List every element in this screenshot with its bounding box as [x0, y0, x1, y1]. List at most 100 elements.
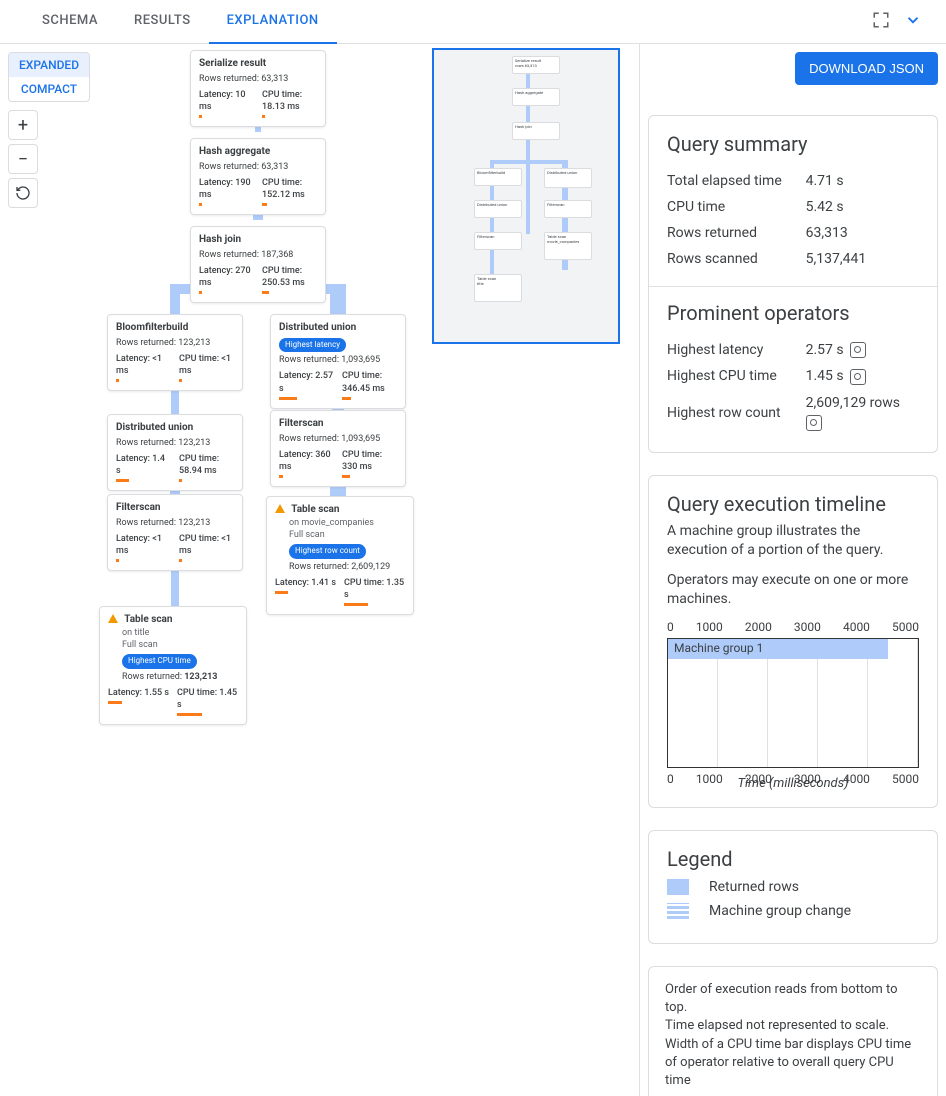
node-bloomfilterbuild[interactable]: Bloomfilterbuild Rows returned: 123,213 … [107, 314, 243, 391]
tick: 3000 [794, 772, 821, 786]
zoom-in-button[interactable]: + [8, 110, 38, 140]
footnote-line: Time elapsed not represented to scale. [665, 1017, 921, 1035]
zoom-reset-button[interactable] [8, 178, 38, 208]
link-icon[interactable] [850, 342, 866, 358]
timeline-bar[interactable]: Machine group 1 [668, 639, 888, 659]
tab-explanation[interactable]: EXPLANATION [209, 0, 337, 44]
node-cpu: CPU time: 1.35 s [344, 577, 405, 601]
tick: 2000 [745, 620, 772, 634]
node-title: Hash join [199, 233, 317, 247]
node-title: Bloomfilterbuild [116, 321, 234, 335]
summary-key: Rows scanned [667, 246, 806, 272]
badge-highest-cpu: Highest CPU time [122, 654, 197, 669]
node-cpu: CPU time: 18.13 ms [262, 89, 317, 113]
node-rows: Rows returned: 1,093,695 [279, 433, 397, 445]
node-table-scan-movie-companies[interactable]: Table scan on movie_companies Full scan … [266, 496, 414, 615]
footnote-card: Order of execution reads from bottom to … [648, 966, 938, 1096]
summary-key: Rows returned [667, 220, 806, 246]
node-rows: Rows returned: 63,313 [199, 161, 317, 173]
execution-timeline-card: Query execution timeline A machine group… [648, 475, 938, 808]
legend-swatch-returned [667, 879, 689, 895]
node-cpu: CPU time: <1 ms [179, 533, 234, 557]
node-cpu: CPU time: 346.45 ms [342, 370, 397, 394]
toggle-compact[interactable]: COMPACT [9, 77, 89, 101]
tick: 2000 [745, 772, 772, 786]
summary-val: 4.71 s [806, 168, 919, 194]
zoom-out-button[interactable]: − [8, 144, 38, 174]
node-subtitle: on title [122, 627, 238, 639]
node-latency: Latency: 360 ms [279, 449, 334, 473]
node-latency: Latency: 1.4 s [116, 453, 171, 477]
node-distributed-union-left[interactable]: Distributed union Rows returned: 123,213… [107, 414, 243, 491]
legend-swatch-machine [667, 903, 689, 919]
node-filterscan-left[interactable]: Filterscan Rows returned: 123,213 Latenc… [107, 494, 243, 571]
prom-key: Highest latency [667, 337, 806, 363]
warning-icon [275, 504, 285, 513]
node-fullscan: Full scan [289, 529, 405, 541]
node-distributed-union-right[interactable]: Distributed union Highest latency Rows r… [270, 314, 406, 409]
node-hash-aggregate[interactable]: Hash aggregate Rows returned: 63,313 Lat… [190, 138, 326, 215]
node-rows: Rows returned: 123,213 [116, 517, 234, 529]
legend-card: Legend Returned rows Machine group chang… [648, 830, 938, 944]
timeline-chart: 0 1000 2000 3000 4000 5000 Machine group… [667, 620, 919, 770]
tick: 4000 [843, 772, 870, 786]
link-icon[interactable] [850, 369, 866, 385]
plan-canvas[interactable]: EXPANDED COMPACT + − [0, 44, 640, 1096]
node-rows: Rows returned: 123,213 [116, 337, 234, 349]
node-rows: Rows returned: 187,368 [199, 249, 317, 261]
node-hash-join[interactable]: Hash join Rows returned: 187,368 Latency… [190, 226, 326, 303]
node-title: Serialize result [199, 57, 317, 71]
warning-icon [108, 614, 118, 623]
toggle-expanded[interactable]: EXPANDED [9, 53, 89, 77]
node-table-scan-title[interactable]: Table scan on title Full scan Highest CP… [99, 606, 247, 725]
prom-val: 1.45 s [806, 363, 919, 389]
node-latency: Latency: <1 ms [116, 353, 171, 377]
node-title: Table scan [124, 614, 172, 625]
tab-results[interactable]: RESULTS [116, 0, 209, 44]
node-rows: Rows returned: 63,313 [199, 73, 317, 85]
node-title: Hash aggregate [199, 145, 317, 159]
link-icon[interactable] [806, 415, 822, 431]
prom-key: Highest CPU time [667, 363, 806, 389]
node-cpu: CPU time: 152.12 ms [262, 177, 317, 201]
timeline-desc2: Operators may execute on one or more mac… [667, 571, 919, 610]
node-subtitle: on movie_companies [289, 517, 405, 529]
legend-label-returned: Returned rows [709, 879, 799, 895]
node-rows: Rows returned: 1,093,695 [279, 354, 397, 366]
node-latency: Latency: 270 ms [199, 265, 254, 289]
node-cpu: CPU time: 58.94 ms [179, 453, 234, 477]
node-latency: Latency: 10 ms [199, 89, 254, 113]
node-filterscan-right[interactable]: Filterscan Rows returned: 1,093,695 Late… [270, 410, 406, 487]
tick: 0 [667, 772, 674, 786]
node-latency: Latency: 1.41 s [275, 577, 336, 589]
timeline-desc1: A machine group illustrates the executio… [667, 522, 919, 561]
node-latency: Latency: 1.55 s [108, 687, 169, 699]
minimap[interactable]: Serialize resultrows 63,313 Hash aggrega… [432, 48, 620, 344]
tab-schema[interactable]: SCHEMA [24, 0, 116, 44]
badge-highest-row-count: Highest row count [289, 544, 366, 559]
tick: 5000 [892, 620, 919, 634]
tick: 0 [667, 620, 674, 634]
summary-val: 5,137,441 [806, 246, 919, 272]
prominent-operators-heading: Prominent operators [667, 301, 919, 325]
edge [330, 284, 346, 314]
tab-bar: SCHEMA RESULTS EXPLANATION [0, 0, 946, 44]
view-toggle: EXPANDED COMPACT [8, 52, 90, 102]
chevron-down-icon[interactable] [904, 11, 922, 33]
prom-val: 2,609,129 rows [806, 390, 919, 436]
fullscreen-icon[interactable] [872, 11, 890, 33]
timeline-heading: Query execution timeline [667, 492, 919, 516]
query-summary-heading: Query summary [667, 132, 919, 156]
node-cpu: CPU time: <1 ms [179, 353, 234, 377]
node-title: Filterscan [279, 417, 397, 431]
node-rows: Rows returned: 123,213 [116, 437, 234, 449]
node-title: Distributed union [116, 421, 234, 435]
download-json-button[interactable]: DOWNLOAD JSON [795, 52, 938, 85]
node-latency: Latency: 2.57 s [279, 370, 334, 394]
node-latency: Latency: <1 ms [116, 533, 171, 557]
summary-key: CPU time [667, 194, 806, 220]
summary-val: 63,313 [806, 220, 919, 246]
node-fullscan: Full scan [122, 639, 238, 651]
node-serialize-result[interactable]: Serialize result Rows returned: 63,313 L… [190, 50, 326, 127]
tick: 5000 [892, 772, 919, 786]
